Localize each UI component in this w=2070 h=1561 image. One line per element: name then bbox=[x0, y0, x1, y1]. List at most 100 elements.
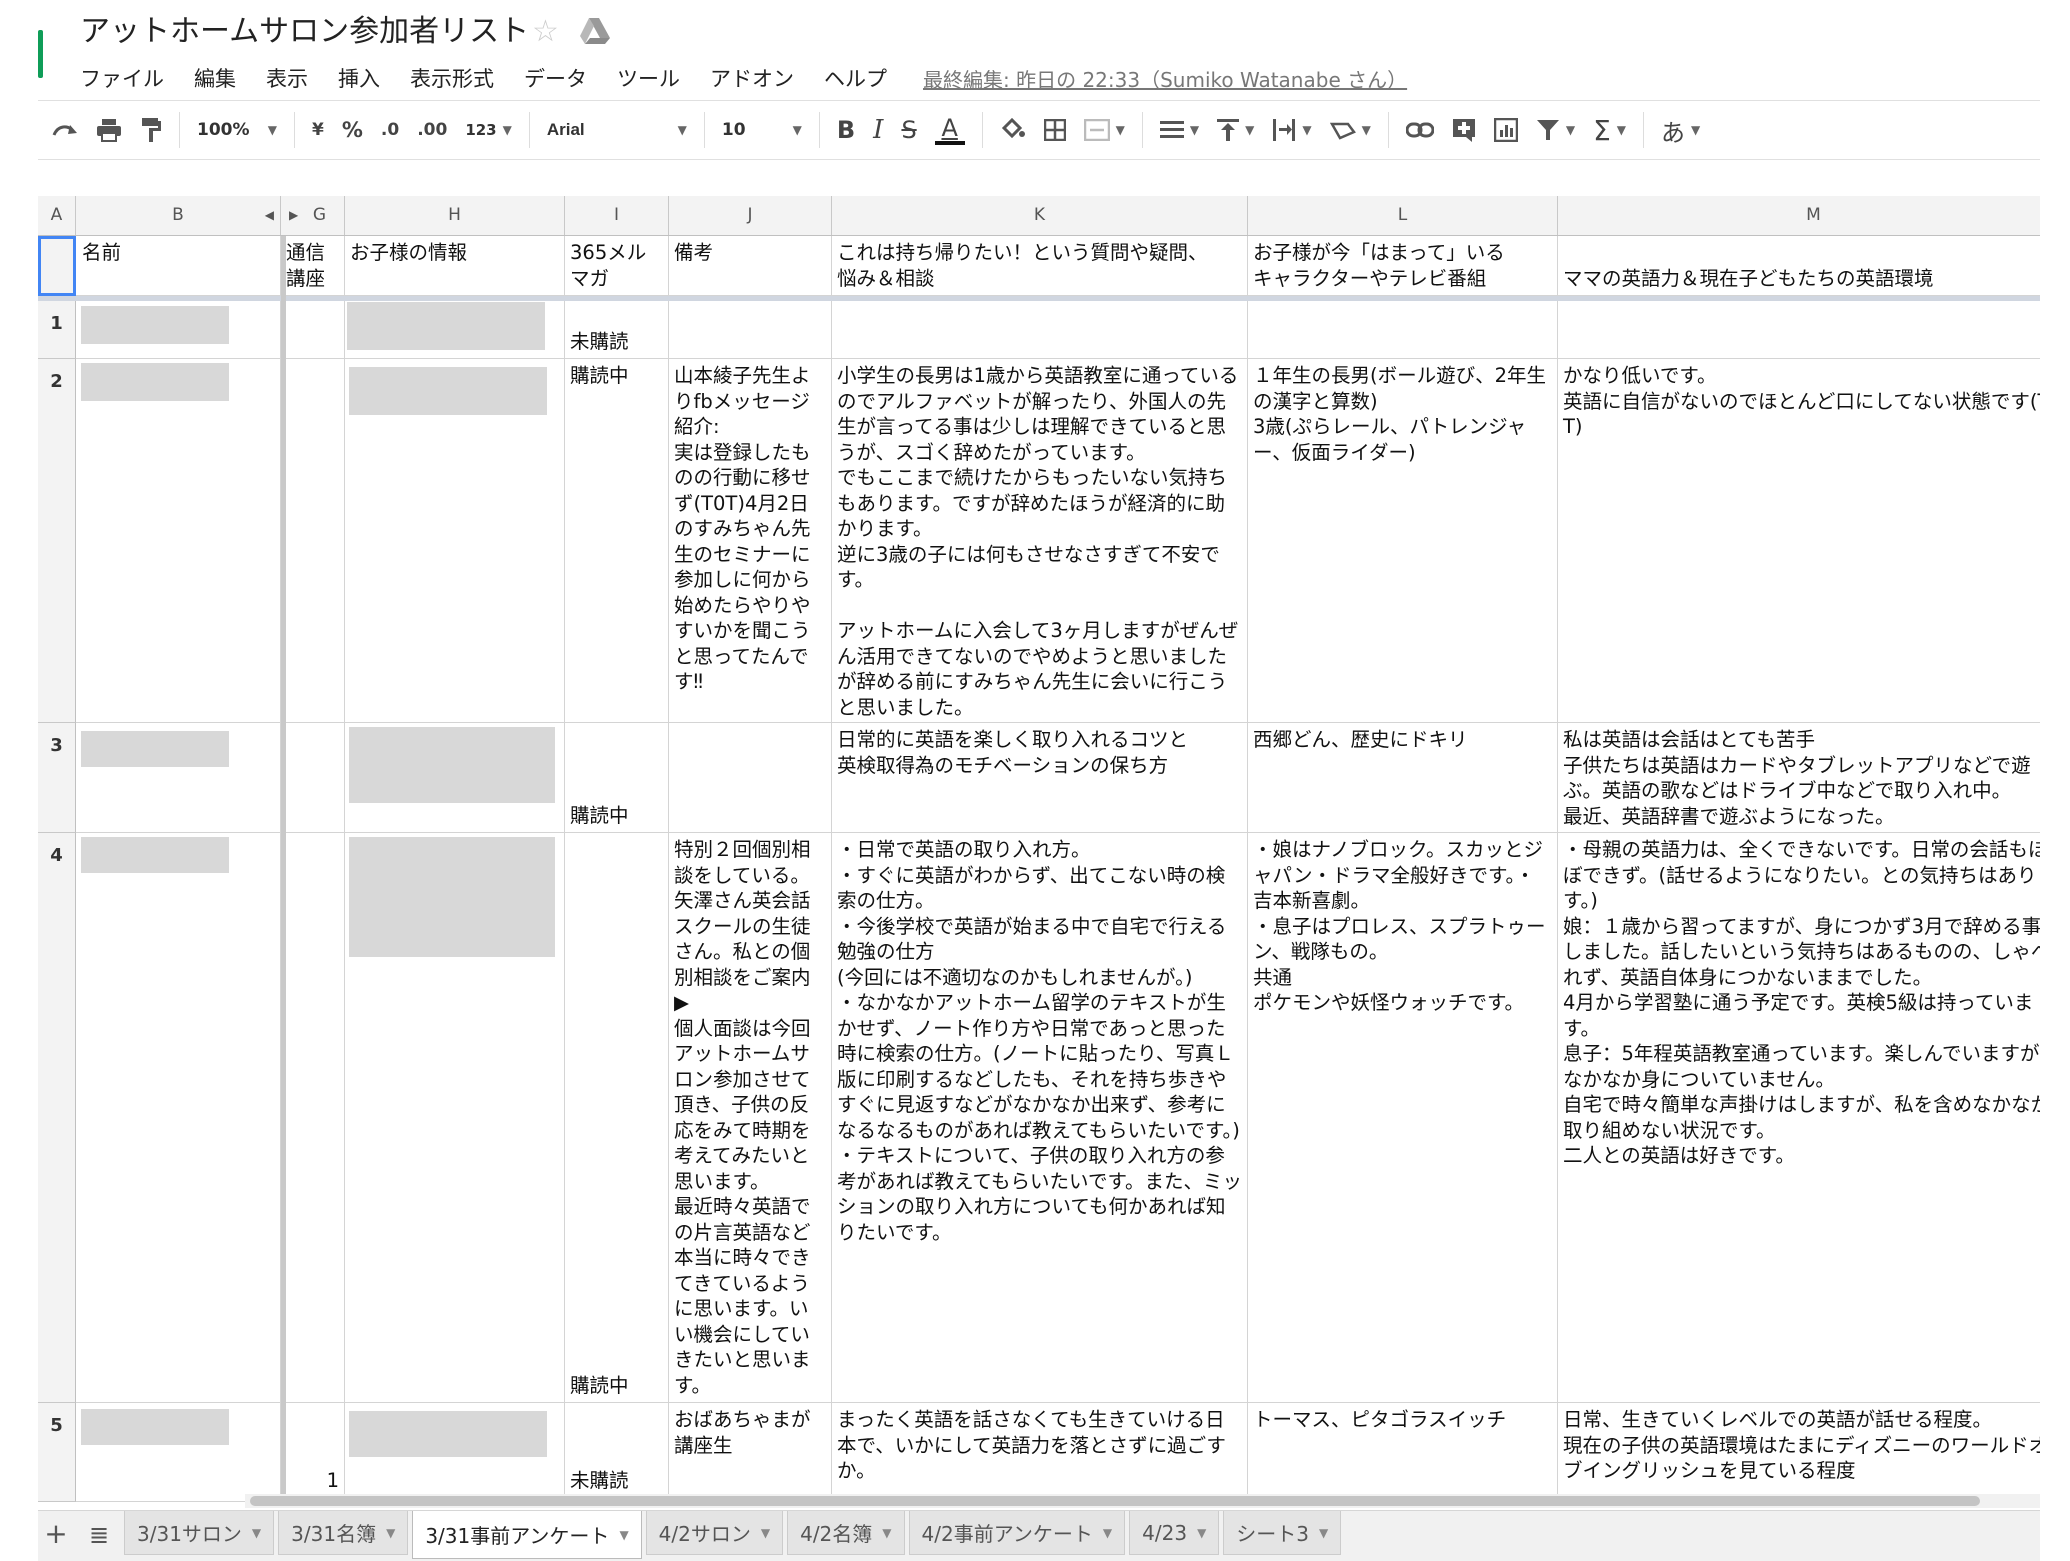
zoom-select[interactable]: 100% ▼ bbox=[197, 110, 277, 150]
cell-english-env[interactable]: ・母親の英語力は、全くできないです。日常の会話もほぼできず。(話せるようになりた… bbox=[1558, 833, 2040, 1403]
column-header-m[interactable]: M bbox=[1558, 196, 2040, 235]
cell-notes[interactable] bbox=[669, 301, 832, 359]
percent-format-button[interactable]: % bbox=[342, 110, 363, 150]
tab-menu-icon[interactable]: ▼ bbox=[1103, 1526, 1112, 1540]
frozen-column-divider[interactable] bbox=[281, 236, 286, 1502]
header-cell-course[interactable]: 通信 講座 bbox=[281, 236, 345, 296]
menu-edit[interactable]: 編集 bbox=[194, 63, 236, 93]
header-cell-notes[interactable]: 備考 bbox=[669, 236, 832, 296]
wrap-icon[interactable]: ▼ bbox=[1272, 110, 1312, 150]
link-icon[interactable] bbox=[1405, 110, 1434, 150]
sheet-tab[interactable]: 4/2名簿 ▼ bbox=[787, 1511, 905, 1555]
menu-file[interactable]: ファイル bbox=[80, 63, 164, 93]
cell-questions[interactable]: まったく英語を話さなくても生きていける日本で、いかにして英語力を落とさずに過ごす… bbox=[832, 1403, 1248, 1502]
sheet-tab[interactable]: 3/31サロン ▼ bbox=[124, 1511, 275, 1555]
sheet-list-icon[interactable]: ≣ bbox=[74, 1511, 124, 1559]
column-header-g[interactable]: ▶ G bbox=[281, 196, 345, 235]
tab-menu-icon[interactable]: ▼ bbox=[882, 1526, 891, 1540]
horizontal-scrollbar-thumb[interactable] bbox=[250, 1496, 1980, 1506]
cell-questions[interactable]: 小学生の長男は1歳から英語教室に通っているのでアルファベットが解ったり、外国人の… bbox=[832, 359, 1248, 723]
valign-icon[interactable]: ▼ bbox=[1217, 110, 1254, 150]
cell-english-env[interactable]: 私は英語は会話はとても苦手 子供たちは英語はカードやタブレットアプリなどで遊ぶ。… bbox=[1558, 723, 2040, 833]
cell-course[interactable] bbox=[281, 723, 345, 833]
cell-mailmag[interactable]: 未購読 bbox=[565, 1403, 669, 1502]
increase-decimal-button[interactable]: .00 bbox=[417, 110, 447, 150]
column-header-b[interactable]: B ◀ bbox=[76, 196, 281, 235]
paint-format-icon[interactable] bbox=[140, 110, 162, 150]
cell-character[interactable] bbox=[1248, 301, 1558, 359]
cell-english-env[interactable] bbox=[1558, 301, 2040, 359]
cell-mailmag[interactable]: 購読中 bbox=[565, 359, 669, 723]
cell-mailmag[interactable]: 購読中 bbox=[565, 723, 669, 833]
row-header-3[interactable]: 3 bbox=[38, 723, 76, 833]
hidden-columns-right-arrow[interactable]: ▶ bbox=[289, 196, 298, 235]
cell-character[interactable]: トーマス、ピタゴラスイッチ bbox=[1248, 1403, 1558, 1502]
drive-folder-icon[interactable] bbox=[578, 16, 612, 46]
last-edit-link[interactable]: 最終編集: 昨日の 22:33（Sumiko Watanabe さん） bbox=[923, 64, 1407, 93]
borders-icon[interactable] bbox=[1043, 110, 1066, 150]
cell-character[interactable]: １年生の長男(ボール遊び、2年生の漢字と算数) 3歳(ぷらレール、パトレンジャー… bbox=[1248, 359, 1558, 723]
sheet-tab-active[interactable]: 3/31事前アンケート ▼ bbox=[412, 1511, 642, 1559]
menu-format[interactable]: 表示形式 bbox=[410, 63, 494, 93]
cell-course[interactable] bbox=[281, 359, 345, 723]
column-header-j[interactable]: J bbox=[669, 196, 832, 235]
row-header-2[interactable]: 2 bbox=[38, 359, 76, 723]
menu-help[interactable]: ヘルプ bbox=[824, 63, 887, 93]
sheet-tab[interactable]: 4/2サロン ▼ bbox=[645, 1511, 784, 1555]
cell-questions[interactable]: ・日常で英語の取り入れ方。 ・すぐに英語がわからず、出てこない時の検索の仕方。 … bbox=[832, 833, 1248, 1403]
sheets-logo[interactable] bbox=[38, 30, 43, 78]
column-header-k[interactable]: K bbox=[832, 196, 1248, 235]
tab-menu-icon[interactable]: ▼ bbox=[619, 1528, 628, 1542]
cell-notes[interactable]: 山本綾子先生よりfbメッセージ紹介: 実は登録したものの行動に移せず(T0T)4… bbox=[669, 359, 832, 723]
column-header-a[interactable]: A bbox=[38, 196, 76, 235]
print-icon[interactable] bbox=[96, 110, 122, 150]
column-header-i[interactable]: I bbox=[565, 196, 669, 235]
font-size-select[interactable]: 10 ▼ bbox=[722, 110, 802, 150]
header-cell-name[interactable]: 名前 bbox=[76, 236, 281, 296]
tab-menu-icon[interactable]: ▼ bbox=[761, 1526, 770, 1540]
cell-name[interactable] bbox=[76, 1403, 281, 1502]
menu-addons[interactable]: アドオン bbox=[710, 63, 794, 93]
row-header-4[interactable]: 4 bbox=[38, 833, 76, 1403]
rotate-icon[interactable]: ▼ bbox=[1329, 110, 1371, 150]
tab-menu-icon[interactable]: ▼ bbox=[1319, 1526, 1328, 1540]
cell-name[interactable] bbox=[76, 301, 281, 359]
cell-course[interactable] bbox=[281, 833, 345, 1403]
menu-view[interactable]: 表示 bbox=[266, 63, 308, 93]
merge-cells-icon[interactable]: ▼ bbox=[1083, 110, 1125, 150]
menu-insert[interactable]: 挿入 bbox=[338, 63, 380, 93]
cell-child-info[interactable] bbox=[345, 301, 565, 359]
cell-child-info[interactable] bbox=[345, 723, 565, 833]
header-cell-questions[interactable]: これは持ち帰りたい！という質問や疑問、 悩み＆相談 bbox=[832, 236, 1248, 296]
header-cell-mailmag[interactable]: 365メル マガ bbox=[565, 236, 669, 296]
redo-icon[interactable] bbox=[52, 110, 78, 150]
menu-tools[interactable]: ツール bbox=[617, 63, 680, 93]
cell-mailmag[interactable]: 購読中 bbox=[565, 833, 669, 1403]
cell-notes[interactable]: 特別２回個別相談をしている。 矢澤さん英会話スクールの生徒さん。私との個別相談を… bbox=[669, 833, 832, 1403]
column-header-l[interactable]: L bbox=[1248, 196, 1558, 235]
bold-button[interactable]: B bbox=[837, 110, 855, 150]
star-icon[interactable]: ☆ bbox=[532, 14, 559, 50]
italic-button[interactable]: I bbox=[873, 110, 883, 150]
cell-name[interactable] bbox=[76, 833, 281, 1403]
fill-color-icon[interactable] bbox=[1000, 110, 1026, 150]
cell-course[interactable] bbox=[281, 301, 345, 359]
chart-icon[interactable] bbox=[1493, 110, 1518, 150]
cell-character[interactable]: 西郷どん、歴史にドキリ bbox=[1248, 723, 1558, 833]
font-select[interactable]: Arial ▼ bbox=[547, 110, 687, 150]
strikethrough-button[interactable]: S bbox=[901, 110, 916, 150]
header-cell-child-info[interactable]: お子様の情報 bbox=[345, 236, 565, 296]
cell-course[interactable]: 1 bbox=[281, 1403, 345, 1502]
plus-icon[interactable]: + bbox=[38, 1511, 74, 1559]
cell-child-info[interactable] bbox=[345, 1403, 565, 1502]
cell-english-env[interactable]: かなり低いです。 英語に自信がないのでほとんど口にしてない状態です(TT) bbox=[1558, 359, 2040, 723]
row-header-1[interactable]: 1 bbox=[38, 301, 76, 359]
comment-icon[interactable] bbox=[1452, 110, 1476, 150]
cell-name[interactable] bbox=[76, 723, 281, 833]
sheet-tab[interactable]: 4/2事前アンケート ▼ bbox=[908, 1511, 1126, 1555]
sheet-tab[interactable]: 4/23 ▼ bbox=[1129, 1511, 1220, 1555]
cell-character[interactable]: ・娘はナノブロック。スカッとジャパン・ドラマ全般好きです。・吉本新喜劇。 ・息子… bbox=[1248, 833, 1558, 1403]
cell-child-info[interactable] bbox=[345, 833, 565, 1403]
cell-questions[interactable] bbox=[832, 301, 1248, 359]
cell-questions[interactable]: 日常的に英語を楽しく取り入れるコツと 英検取得為のモチベーションの保ち方 bbox=[832, 723, 1248, 833]
